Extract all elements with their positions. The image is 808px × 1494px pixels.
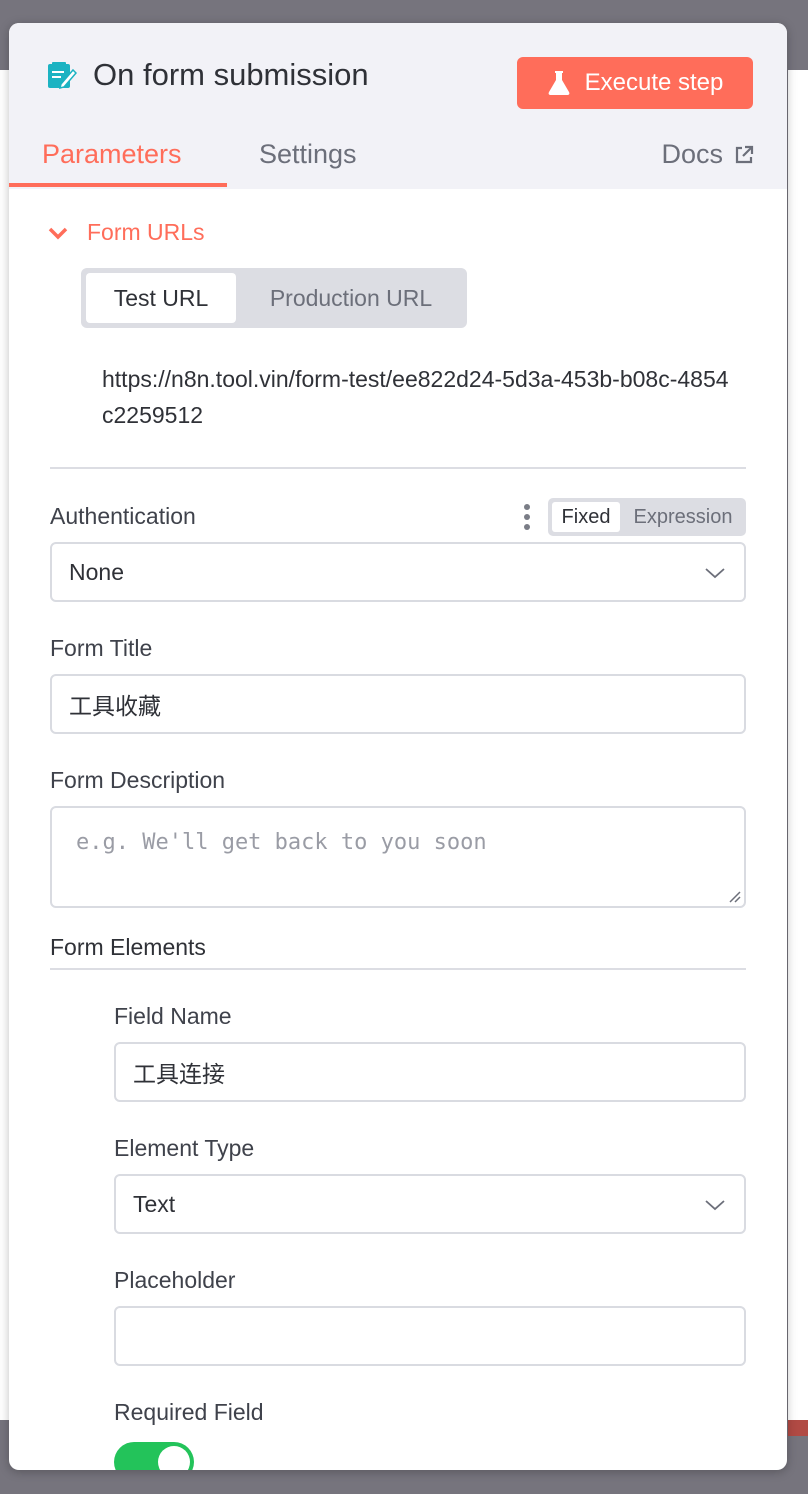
form-description-label: Form Description — [50, 767, 226, 793]
authentication-select[interactable]: None — [50, 542, 746, 602]
chevron-down-icon — [704, 1198, 726, 1212]
canvas-background-right — [788, 70, 808, 1420]
panel-title-row: On form submission — [45, 57, 369, 93]
authentication-mode-tools: Fixed Expression — [522, 498, 746, 536]
active-tab-indicator — [9, 183, 227, 187]
production-url-option[interactable]: Production URL — [241, 273, 461, 323]
form-url-text[interactable]: https://n8n.tool.vin/form-test/ee822d24-… — [102, 361, 732, 433]
docs-label: Docs — [661, 139, 723, 169]
expression-option[interactable]: Expression — [624, 502, 742, 532]
form-description-placeholder: e.g. We'll get back to you soon — [76, 830, 487, 855]
placeholder-input[interactable] — [114, 1306, 746, 1366]
toggle-knob — [158, 1446, 190, 1470]
chevron-down-icon — [704, 566, 726, 580]
resize-handle-icon[interactable] — [727, 889, 741, 903]
form-title-value: 工具收藏 — [69, 693, 161, 719]
url-type-switch: Test URL Production URL — [81, 268, 467, 328]
external-link-icon — [733, 144, 755, 166]
field-name-input[interactable]: 工具连接 — [114, 1042, 746, 1102]
element-type-value: Text — [133, 1190, 176, 1217]
authentication-value: None — [69, 558, 124, 585]
panel-header: On form submission Execute step Paramete… — [9, 23, 787, 189]
execute-step-label: Execute step — [584, 69, 724, 96]
form-node-icon — [45, 59, 77, 91]
options-menu-icon[interactable] — [522, 504, 532, 530]
required-field-toggle[interactable] — [114, 1442, 194, 1470]
required-field-label: Required Field — [114, 1399, 264, 1425]
tab-settings[interactable]: Settings — [259, 139, 357, 170]
form-title-input[interactable]: 工具收藏 — [50, 674, 746, 734]
fixed-expression-switch: Fixed Expression — [548, 498, 746, 536]
authentication-label: Authentication — [50, 503, 196, 529]
field-name-value: 工具连接 — [133, 1061, 225, 1087]
form-elements-title: Form Elements — [50, 934, 206, 960]
execute-step-button[interactable]: Execute step — [517, 57, 753, 109]
form-description-textarea[interactable]: e.g. We'll get back to you soon — [50, 806, 746, 908]
tab-docs[interactable]: Docs — [661, 139, 755, 170]
flask-icon — [547, 70, 571, 96]
element-type-label: Element Type — [114, 1135, 255, 1161]
element-type-select[interactable]: Text — [114, 1174, 746, 1234]
panel-title: On form submission — [93, 57, 369, 92]
placeholder-label: Placeholder — [114, 1267, 236, 1293]
form-title-label: Form Title — [50, 635, 153, 661]
panel-tabs: Parameters Settings Docs — [9, 131, 787, 189]
chevron-down-icon — [47, 225, 69, 241]
section-divider — [50, 467, 746, 469]
form-elements-divider — [50, 968, 746, 970]
tab-parameters[interactable]: Parameters — [42, 139, 182, 170]
canvas-node-edge — [788, 1420, 808, 1436]
fixed-option[interactable]: Fixed — [552, 502, 620, 532]
form-urls-title: Form URLs — [87, 219, 205, 245]
field-name-label: Field Name — [114, 1003, 232, 1029]
node-parameters-panel: On form submission Execute step Paramete… — [9, 23, 787, 1470]
form-urls-toggle[interactable]: Form URLs — [47, 219, 205, 246]
test-url-option[interactable]: Test URL — [86, 273, 236, 323]
